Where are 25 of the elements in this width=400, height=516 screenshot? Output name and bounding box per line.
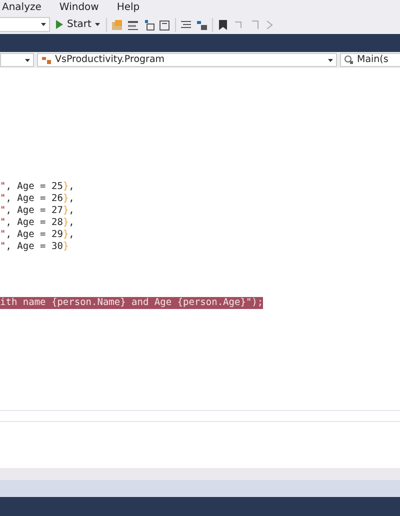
caret-icon bbox=[328, 58, 333, 62]
toolbar-icon[interactable] bbox=[159, 18, 172, 30]
code-line: ", Age = 28}, bbox=[0, 217, 74, 229]
code-line: ", Age = 26}, bbox=[0, 193, 74, 205]
code-line: ", Age = 29}, bbox=[0, 229, 74, 241]
menu-item[interactable]: Analyze bbox=[2, 0, 42, 15]
caret-icon bbox=[41, 23, 46, 26]
toolbar-icon[interactable] bbox=[180, 18, 192, 30]
toolbar-icon[interactable] bbox=[196, 18, 208, 30]
caret-icon bbox=[25, 58, 30, 62]
method-icon bbox=[344, 55, 354, 65]
member-dropdown[interactable]: Main(s bbox=[340, 53, 400, 67]
play-icon bbox=[56, 20, 63, 29]
menu-item[interactable]: Window bbox=[59, 0, 99, 15]
code-line: ", Age = 30} bbox=[0, 241, 69, 253]
code-line: ", Age = 27}, bbox=[0, 205, 74, 217]
class-icon bbox=[41, 55, 52, 65]
toolbar-icon[interactable] bbox=[143, 18, 156, 30]
caret-icon bbox=[95, 23, 100, 26]
start-button[interactable]: Start bbox=[54, 17, 102, 32]
menu-item[interactable]: Help bbox=[116, 0, 140, 15]
class-dropdown[interactable]: VsProductivity.Program bbox=[37, 53, 337, 67]
code-line: ", Age = 25}, bbox=[0, 181, 74, 193]
toolbar-icon[interactable] bbox=[127, 18, 140, 30]
bookmark-icon[interactable] bbox=[217, 18, 230, 30]
